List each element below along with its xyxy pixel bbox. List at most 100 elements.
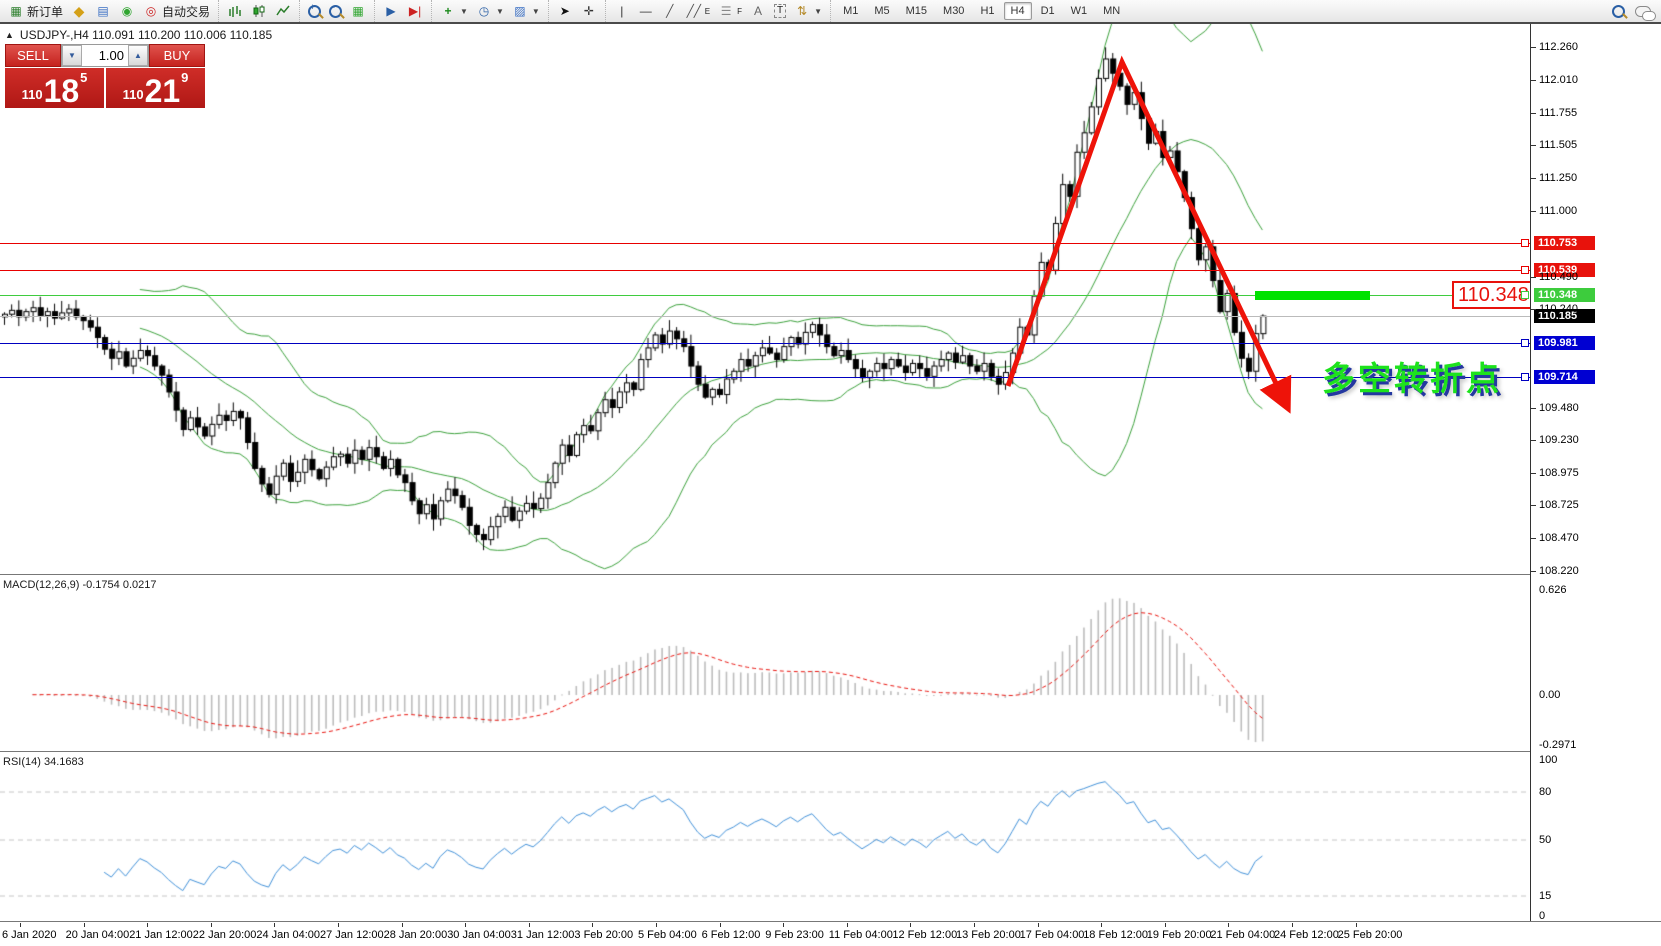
periods-button[interactable]: ◷▼: [472, 2, 508, 20]
vertical-line-button[interactable]: |: [610, 2, 634, 20]
macd-axis-tick-0.626: 0.626: [1539, 584, 1567, 596]
time-label: 27 Jan 12:00: [320, 929, 384, 941]
trendline-icon: ╱: [662, 3, 678, 19]
time-label: 24 Feb 12:00: [1274, 929, 1339, 941]
axis-tick-109.230: 109.230: [1539, 434, 1579, 446]
axis-tick-111.250: 111.250: [1539, 172, 1577, 184]
time-tick: [974, 923, 975, 927]
equidistant-channel-button[interactable]: ╱╱E: [682, 2, 714, 20]
time-tick: [1165, 923, 1166, 927]
time-tick: [1292, 923, 1293, 927]
time-tick: [656, 923, 657, 927]
time-label: 25 Feb 20:00: [1338, 929, 1403, 941]
price-badge-110.348: 110.348: [1534, 288, 1595, 302]
time-label: 6 Feb 12:00: [702, 929, 761, 941]
axis-tick-110.240: 110.240: [1539, 303, 1578, 315]
main-toolbar: ▦ 新订单 ◆ ▤ ◉ ◎ 自动交易 + - ▦ ▶ ▶| +▼ ◷▼ ▨▼: [0, 0, 1661, 24]
new-order-button[interactable]: ▦ 新订单: [4, 2, 67, 21]
timeframe-m30[interactable]: M30: [936, 2, 971, 20]
turning-point-annotation[interactable]: 多空转折点: [1322, 352, 1502, 400]
axis-tick-mark: [1531, 178, 1536, 179]
hline-110.539[interactable]: [0, 270, 1530, 271]
axis-tick-111.755: 111.755: [1539, 107, 1577, 119]
buy-price[interactable]: 110 21 9: [106, 68, 205, 108]
time-tick: [274, 923, 275, 927]
horizontal-line-button[interactable]: —: [634, 2, 658, 20]
axis-tick-mark: [1531, 440, 1536, 441]
time-tick: [1228, 923, 1229, 927]
timeframe-m1[interactable]: M1: [836, 2, 865, 20]
line-chart-button[interactable]: [271, 3, 295, 19]
timeframe-m15[interactable]: M15: [899, 2, 934, 20]
search-icon[interactable]: [1612, 5, 1625, 18]
sell-price[interactable]: 110 18 5: [5, 68, 104, 108]
volume-up-button[interactable]: ▲: [128, 45, 148, 66]
cursor-button[interactable]: ➤: [553, 2, 577, 20]
strategy-tester-button[interactable]: ▤: [91, 2, 115, 20]
signals-button[interactable]: ◉: [115, 2, 139, 20]
axis-tick-mark: [1531, 473, 1536, 474]
timeframe-w1[interactable]: W1: [1064, 2, 1095, 20]
chart-shift-icon: ▶|: [407, 3, 423, 19]
axis-tick-111.000: 111.000: [1539, 205, 1577, 217]
time-label: 18 Feb 12:00: [1083, 929, 1148, 941]
chat-icon[interactable]: [1635, 6, 1651, 17]
timeframe-mn[interactable]: MN: [1096, 2, 1127, 20]
timeframe-h1[interactable]: H1: [973, 2, 1001, 20]
axis-tick-108.975: 108.975: [1539, 467, 1579, 479]
crosshair-button[interactable]: ✛: [577, 2, 601, 20]
zoom-out-button[interactable]: -: [325, 4, 346, 19]
trendline-button[interactable]: ╱: [658, 2, 682, 20]
time-axis[interactable]: 6 Jan 202020 Jan 04:0021 Jan 12:0022 Jan…: [0, 923, 1661, 946]
time-tick: [592, 923, 593, 927]
hline-109.714[interactable]: [0, 377, 1530, 378]
hline-110.185[interactable]: [0, 316, 1530, 317]
equidistant-channel-icon: ╱╱: [686, 3, 702, 19]
volume-input[interactable]: [82, 45, 128, 66]
hline-110.753[interactable]: [0, 243, 1530, 244]
macd-canvas[interactable]: [0, 576, 1530, 751]
bar-chart-button[interactable]: [223, 3, 247, 19]
hline-109.981[interactable]: [0, 343, 1530, 344]
axis-tick-mark: [1531, 145, 1536, 146]
time-label: 5 Feb 04:00: [638, 929, 697, 941]
auto-scroll-button[interactable]: ▶: [379, 2, 403, 20]
hline-anchor-109.714: [1521, 373, 1529, 381]
templates-button[interactable]: ▨▼: [508, 2, 544, 20]
one-click-trading-panel: SELL ▼ ▲ BUY 110 18 5 110 21 9: [5, 44, 205, 108]
candlestick-chart-button[interactable]: [247, 3, 271, 19]
axis-tick-mark: [1531, 277, 1536, 278]
buy-button[interactable]: BUY: [149, 44, 205, 67]
time-label: 13 Feb 20:00: [956, 929, 1021, 941]
zoom-out-icon: -: [329, 5, 342, 18]
new-order-label: 新订单: [27, 3, 63, 20]
autotrading-label: 自动交易: [162, 3, 210, 20]
axis-tick-110.490: 110.490: [1539, 271, 1578, 283]
axis-tick-109.480: 109.480: [1539, 402, 1579, 414]
timeframe-h4[interactable]: H4: [1004, 2, 1032, 20]
volume-down-button[interactable]: ▼: [62, 45, 82, 66]
arrows-button[interactable]: ⇅▼: [790, 2, 826, 20]
time-tick: [720, 923, 721, 927]
indicators-button[interactable]: +▼: [436, 2, 472, 20]
hline-anchor-110.348: [1521, 291, 1529, 299]
chart-shift-button[interactable]: ▶|: [403, 2, 427, 20]
text-label-button[interactable]: T: [770, 3, 790, 19]
cursor-icon: ➤: [557, 3, 573, 19]
macd-panel: MACD(12,26,9) -0.1754 0.0217: [0, 576, 1530, 751]
time-tick: [1356, 923, 1357, 927]
axis-tick-mark: [1531, 113, 1536, 114]
zoom-in-button[interactable]: +: [304, 4, 325, 19]
highlight-bar-annotation[interactable]: [1255, 291, 1370, 300]
fibonacci-button[interactable]: ☰F: [714, 2, 746, 20]
text-tool-button[interactable]: A: [746, 2, 770, 20]
timeframe-d1[interactable]: D1: [1034, 2, 1062, 20]
time-tick: [783, 923, 784, 927]
sell-button[interactable]: SELL: [5, 44, 61, 67]
autotrading-button[interactable]: ◎ 自动交易: [139, 2, 214, 21]
metaeditor-button[interactable]: ◆: [67, 2, 91, 20]
axis-tick-112.260: 112.260: [1539, 41, 1578, 53]
tile-windows-button[interactable]: ▦: [346, 2, 370, 20]
rsi-canvas[interactable]: [0, 753, 1530, 921]
timeframe-m5[interactable]: M5: [867, 2, 896, 20]
